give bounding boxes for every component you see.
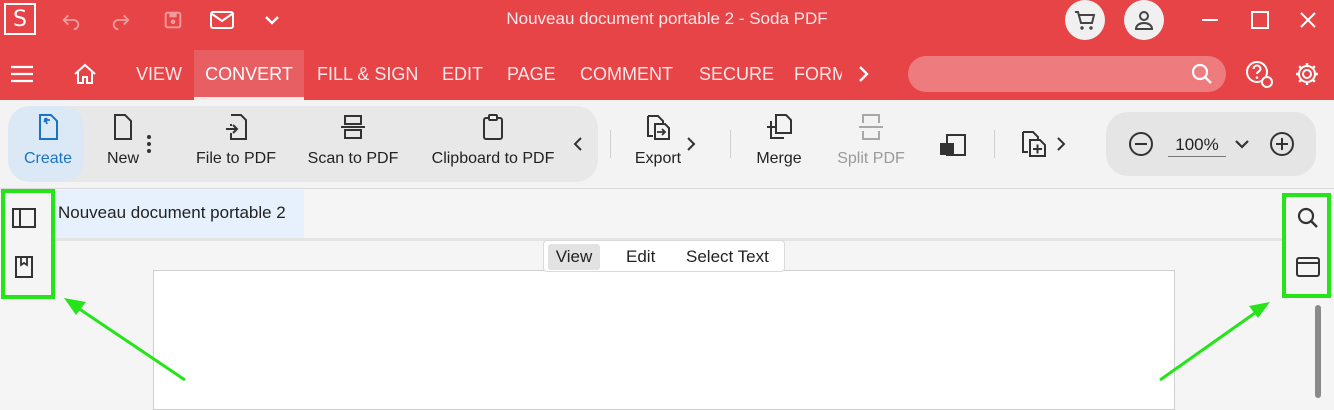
- arrow-right-icon: [1159, 302, 1270, 382]
- annotation-arrows: [64, 298, 1270, 382]
- arrow-left-icon: [64, 298, 186, 382]
